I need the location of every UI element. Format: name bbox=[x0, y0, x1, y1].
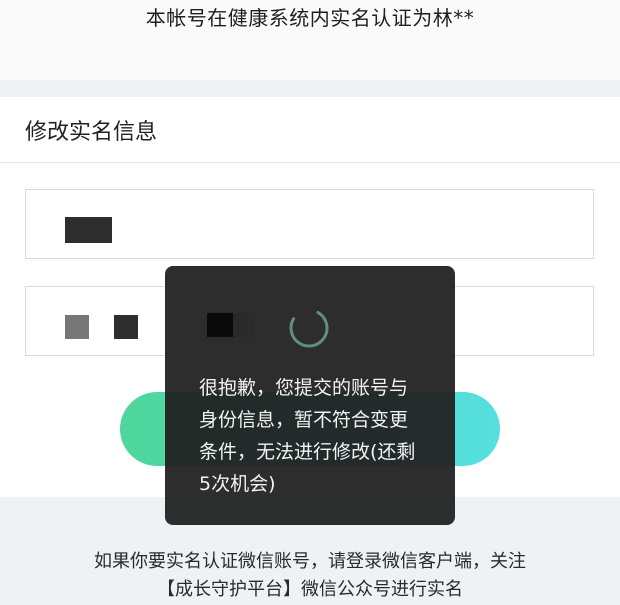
toast-line-1: 很抱歉，您提交的账号与 bbox=[199, 377, 409, 399]
toast-line-4: 5次机会) bbox=[199, 473, 276, 495]
redacted-id-part-1 bbox=[65, 315, 89, 339]
name-field[interactable] bbox=[25, 189, 594, 259]
footer-instructions: 如果你要实名认证微信账号，请登录微信客户端，关注 【成长守护平台】微信公众号进行… bbox=[0, 548, 620, 604]
toast-line-3: 条件，无法进行修改(还剩 bbox=[199, 441, 416, 463]
redacted-id-part-2 bbox=[114, 315, 138, 339]
footer-line-2: 【成长守护平台】微信公众号进行实名 bbox=[157, 579, 463, 600]
footer-line-1: 如果你要实名认证微信账号，请登录微信客户端，关注 bbox=[94, 551, 526, 572]
loading-spinner-icon bbox=[289, 308, 329, 348]
section-title: 修改实名信息 bbox=[25, 120, 158, 145]
toast-line-2: 身份信息，暂不符合变更 bbox=[199, 409, 409, 431]
section-separator bbox=[0, 80, 620, 97]
toast-redacted-block bbox=[207, 313, 233, 337]
toast-message: 很抱歉，您提交的账号与 身份信息，暂不符合变更 条件，无法进行修改(还剩 5次机… bbox=[199, 372, 439, 500]
verified-identity-text: 本帐号在健康系统内实名认证为林** bbox=[145, 6, 475, 30]
error-toast: 很抱歉，您提交的账号与 身份信息，暂不符合变更 条件，无法进行修改(还剩 5次机… bbox=[165, 266, 455, 525]
toast-redacted-block-2 bbox=[233, 313, 255, 337]
redacted-name bbox=[65, 217, 112, 243]
divider bbox=[0, 162, 620, 163]
